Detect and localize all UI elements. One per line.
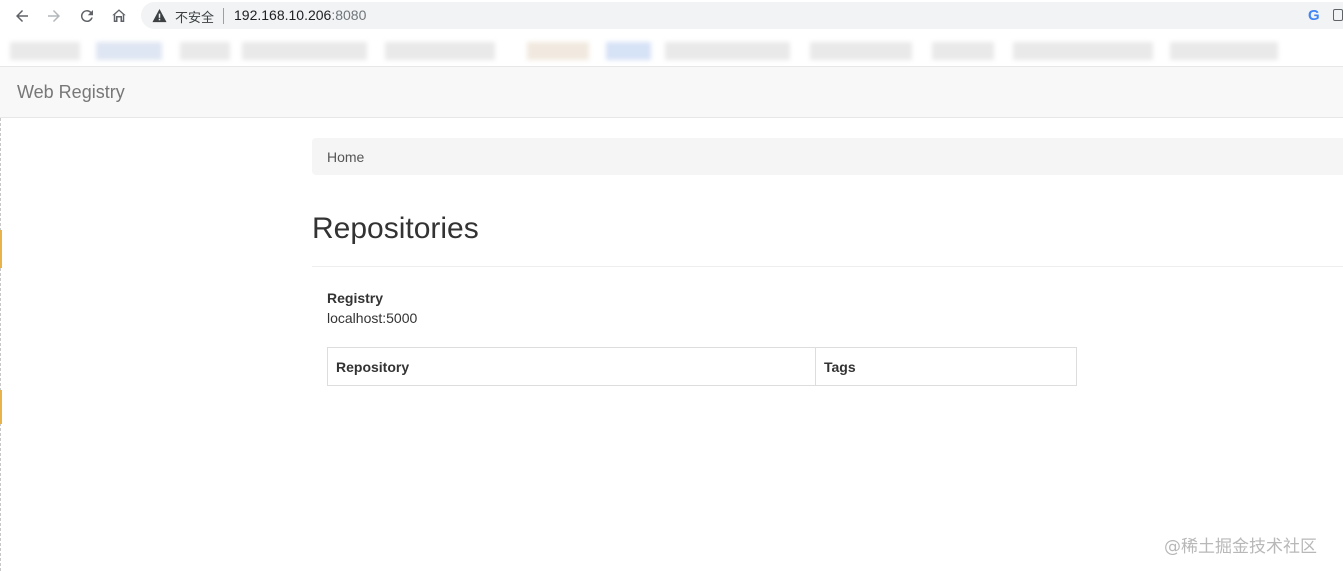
warning-icon[interactable] — [152, 8, 167, 23]
registry-value: localhost:5000 — [327, 310, 418, 326]
bookmark-item[interactable] — [242, 42, 367, 60]
bookmark-item[interactable] — [665, 42, 790, 60]
reload-icon — [80, 10, 93, 23]
insecure-label[interactable]: 不安全 — [175, 7, 214, 26]
url-text[interactable]: 192.168.10.206:8080 — [234, 7, 366, 23]
bookmarks-bar — [0, 32, 1343, 66]
bookmark-item[interactable] — [96, 42, 162, 60]
repositories-table: Repository Tags — [327, 347, 1077, 386]
reload-button[interactable] — [75, 4, 99, 28]
url-host: 192.168.10.206 — [234, 7, 332, 23]
bookmark-item[interactable] — [180, 42, 230, 60]
bookmark-item[interactable] — [10, 42, 80, 60]
breadcrumb: Home — [312, 138, 1343, 175]
window-edge-mark — [0, 390, 2, 424]
header-divider — [312, 266, 1343, 267]
column-header-tags: Tags — [815, 347, 1077, 386]
google-icon-glyph: G — [1308, 7, 1320, 24]
address-bar[interactable]: 不安全 192.168.10.206:8080 G — [141, 2, 1343, 29]
bookmark-item[interactable] — [385, 42, 495, 60]
column-header-repository: Repository — [327, 347, 816, 386]
bookmark-item[interactable] — [606, 42, 651, 60]
watermark: @稀土掘金技术社区 — [1164, 537, 1317, 557]
bookmark-item[interactable] — [1170, 42, 1278, 60]
bookmark-item[interactable] — [527, 42, 589, 60]
table-header: Repository Tags — [327, 347, 1077, 386]
page-title: Repositories — [312, 212, 479, 245]
table-header-row: Repository Tags — [327, 347, 1077, 386]
browser-toolbar: 不安全 192.168.10.206:8080 G — [0, 0, 1343, 32]
navbar: Web Registry — [0, 66, 1343, 118]
bookmark-item[interactable] — [932, 42, 994, 60]
arrow-left-icon — [16, 10, 28, 22]
back-button[interactable] — [10, 4, 34, 28]
breadcrumb-home-link[interactable]: Home — [327, 149, 364, 165]
bookmark-item[interactable] — [1013, 42, 1153, 60]
url-port: :8080 — [331, 7, 367, 23]
home-icon — [112, 9, 126, 22]
home-button[interactable] — [107, 4, 131, 28]
url-separator — [223, 8, 224, 24]
window-edge — [0, 118, 2, 571]
extension-icon[interactable] — [1333, 9, 1343, 21]
google-icon[interactable]: G — [1308, 7, 1320, 24]
window-edge-mark — [0, 230, 2, 268]
bookmark-item[interactable] — [810, 42, 912, 60]
arrow-right-icon — [48, 10, 60, 22]
forward-button[interactable] — [42, 4, 66, 28]
registry-label: Registry — [327, 290, 384, 306]
navbar-brand[interactable]: Web Registry — [17, 82, 125, 103]
